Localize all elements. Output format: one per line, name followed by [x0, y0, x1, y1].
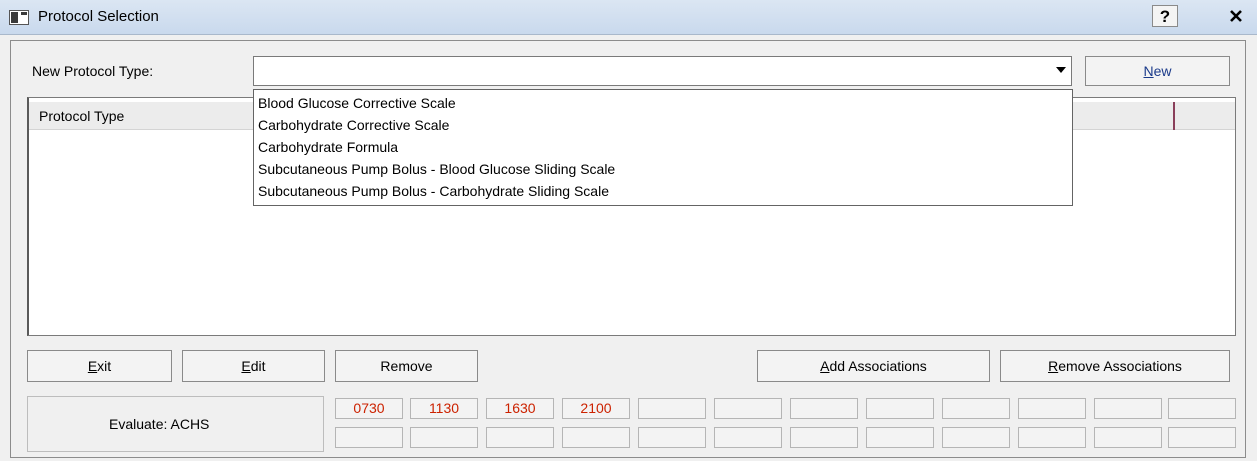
time-slot-field[interactable] — [1094, 427, 1162, 448]
dropdown-item[interactable]: Carbohydrate Formula — [258, 136, 398, 158]
new-protocol-type-combo[interactable] — [253, 56, 1072, 86]
evaluate-panel: Evaluate: ACHS — [27, 396, 324, 452]
time-slot-field[interactable] — [638, 427, 706, 448]
time-slot-field[interactable] — [335, 427, 403, 448]
time-slot-field[interactable] — [942, 427, 1010, 448]
chevron-down-icon[interactable] — [1054, 64, 1068, 78]
app-window-icon — [9, 10, 29, 25]
dropdown-item[interactable]: Subcutaneous Pump Bolus - Carbohydrate S… — [258, 180, 609, 202]
time-slot-field[interactable] — [410, 427, 478, 448]
new-button-label: New — [1143, 63, 1172, 79]
title-bar: Protocol Selection ? — [0, 0, 1257, 35]
time-slot-field[interactable] — [866, 427, 934, 448]
time-slot-field[interactable] — [1168, 427, 1236, 448]
time-slot-field[interactable] — [1094, 398, 1162, 419]
edit-button[interactable]: Edit — [182, 350, 325, 382]
dropdown-item[interactable]: Blood Glucose Corrective Scale — [258, 92, 456, 114]
time-slot-field[interactable]: 1130 — [410, 398, 478, 419]
column-protocol-type[interactable]: Protocol Type — [39, 108, 124, 124]
time-slot-field[interactable] — [866, 398, 934, 419]
dropdown-item[interactable]: Subcutaneous Pump Bolus - Blood Glucose … — [258, 158, 615, 180]
time-slot-field[interactable]: 0730 — [335, 398, 403, 419]
time-slot-field[interactable] — [942, 398, 1010, 419]
close-icon — [1230, 10, 1242, 22]
time-slot-field[interactable]: 2100 — [562, 398, 630, 419]
time-slot-field[interactable] — [562, 427, 630, 448]
remove-associations-label: Remove Associations — [1048, 358, 1182, 374]
time-slot-field[interactable] — [486, 427, 554, 448]
add-associations-button[interactable]: Add Associations — [757, 350, 990, 382]
exit-button[interactable]: Exit — [27, 350, 172, 382]
time-slot-field[interactable] — [1018, 427, 1086, 448]
exit-button-label: Exit — [87, 358, 112, 374]
remove-button[interactable]: Remove — [335, 350, 478, 382]
new-protocol-type-label: New Protocol Type: — [32, 63, 154, 79]
time-slot-field[interactable] — [1018, 398, 1086, 419]
close-button[interactable] — [1223, 5, 1249, 27]
time-slot-field[interactable] — [714, 427, 782, 448]
protocol-type-dropdown[interactable]: Blood Glucose Corrective Scale Carbohydr… — [253, 89, 1073, 206]
edit-button-label: Edit — [241, 358, 266, 374]
window-title: Protocol Selection — [38, 8, 159, 25]
time-slot-field[interactable] — [1168, 398, 1236, 419]
time-slot-field[interactable] — [714, 398, 782, 419]
time-slot-field[interactable] — [638, 398, 706, 419]
dropdown-item[interactable]: Carbohydrate Corrective Scale — [258, 114, 449, 136]
help-button[interactable]: ? — [1152, 5, 1178, 27]
time-slot-field[interactable] — [790, 398, 858, 419]
time-slot-field[interactable]: 1630 — [486, 398, 554, 419]
add-associations-label: Add Associations — [820, 358, 927, 374]
new-button[interactable]: New — [1085, 56, 1230, 86]
evaluate-label: Evaluate: ACHS — [109, 416, 210, 432]
remove-associations-button[interactable]: Remove Associations — [1000, 350, 1230, 382]
column-divider[interactable] — [1173, 102, 1175, 130]
time-slot-field[interactable] — [790, 427, 858, 448]
